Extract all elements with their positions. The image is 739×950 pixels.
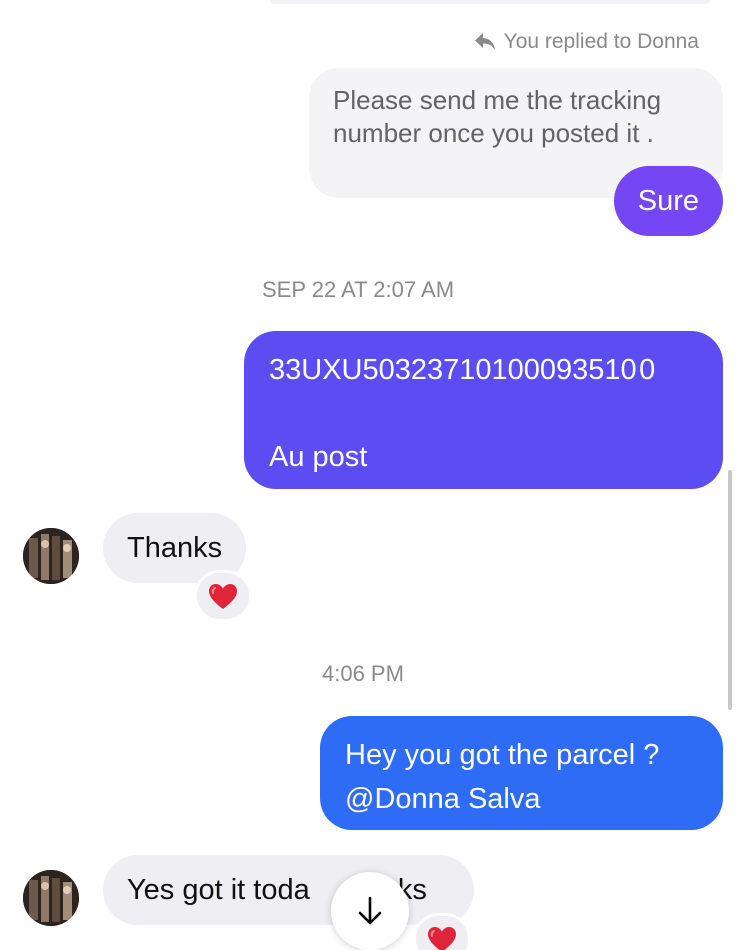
reply-context[interactable]: You replied to Donna xyxy=(474,30,699,54)
message-text-start: Yes got it toda xyxy=(127,874,310,906)
heart-icon xyxy=(428,926,456,950)
tracking-number: 33UXU50323710100093510 0 xyxy=(269,354,656,386)
heart-icon xyxy=(209,583,237,609)
heart-reaction[interactable] xyxy=(194,570,252,622)
scrollbar[interactable] xyxy=(728,470,732,710)
chat-screen: You replied to Donna Please send me the … xyxy=(0,0,739,950)
avatar[interactable] xyxy=(23,528,79,584)
scroll-to-bottom-button[interactable] xyxy=(331,872,409,950)
quoted-message-line1: Please send me the tracking xyxy=(333,85,662,115)
heart-reaction[interactable] xyxy=(413,913,471,950)
reply-context-text: You replied to Donna xyxy=(503,30,699,53)
outgoing-message-sure[interactable]: Sure xyxy=(613,166,723,236)
message-line1: Hey you got the parcel ? xyxy=(345,739,660,771)
previous-bubble-edge xyxy=(270,0,710,4)
quoted-message-line2: number once you posted it . xyxy=(333,118,654,148)
outgoing-message-parcel[interactable]: Hey you got the parcel ? @Donna Salva xyxy=(320,716,723,830)
tracking-carrier: Au post xyxy=(269,441,368,473)
timestamp-divider: 4:06 PM xyxy=(322,661,404,686)
reply-arrow-icon xyxy=(474,32,496,52)
outgoing-message-tracking[interactable]: 33UXU50323710100093510 0 Au post xyxy=(244,331,723,489)
avatar[interactable] xyxy=(23,870,79,926)
arrow-down-icon xyxy=(358,896,382,925)
timestamp-text: SEP 22 AT 2:07 AM xyxy=(262,277,455,302)
message-mention: @Donna Salva xyxy=(345,783,541,815)
incoming-message-yes[interactable]: Yes got it toda nks xyxy=(103,855,474,925)
